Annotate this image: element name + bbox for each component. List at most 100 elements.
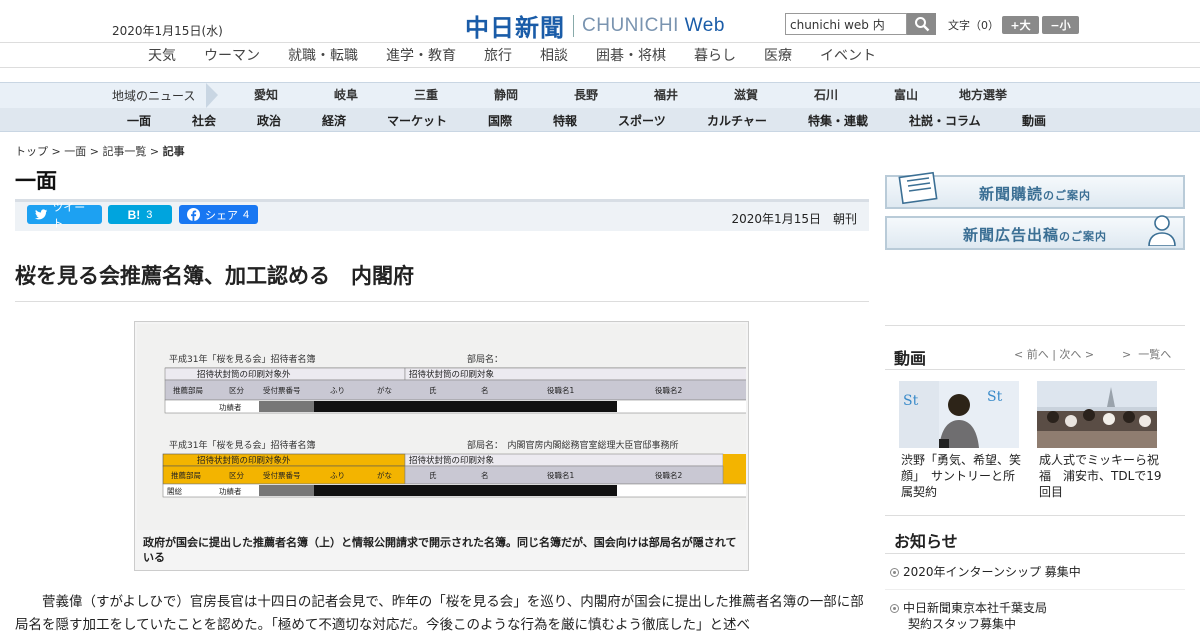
topnav-item[interactable]: 暮らし [694, 45, 736, 65]
notice-section-title: お知らせ [894, 532, 958, 551]
article-headline: 桜を見る会推薦名簿、加工認める 内閣府 [15, 264, 414, 288]
svg-text:がな: がな [377, 385, 392, 395]
hatena-count: 3 [146, 208, 153, 221]
topnav-item[interactable]: 天気 [148, 45, 176, 65]
logo-english: CHUNICHI Web [582, 14, 725, 36]
svg-text:受付票番号: 受付票番号 [263, 385, 301, 395]
section-item[interactable]: 特報 [553, 112, 577, 129]
facebook-icon [187, 208, 200, 221]
font-size-label: 文字（0） [948, 19, 999, 32]
hatena-bookmark-button[interactable]: B! 3 [108, 205, 172, 224]
site-header: 2020年1月15日(水) 中日新聞 CHUNICHI Web 文字（0） +大… [0, 0, 1200, 42]
svg-text:名: 名 [481, 385, 489, 395]
article-body: 菅義偉（すがよしひで）官房長官は十四日の記者会見で、昨年の「桜を見る会」を巡り、… [15, 594, 864, 633]
breadcrumb-list[interactable]: 記事一覧 [102, 145, 146, 158]
font-decrease-button[interactable]: −小 [1042, 16, 1079, 34]
section-item[interactable]: スポーツ [618, 112, 666, 129]
svg-text:氏: 氏 [429, 471, 437, 480]
regional-news-label: 地域のニュース [112, 89, 196, 103]
section-item[interactable]: 国際 [488, 112, 512, 129]
section-item[interactable]: マーケット [387, 112, 447, 129]
svg-text:氏: 氏 [429, 386, 437, 395]
advertising-banner[interactable]: 新聞広告出稿のご案内 [885, 215, 1185, 250]
svg-text:招待状封筒の印刷対象: 招待状封筒の印刷対象 [409, 369, 495, 380]
regional-navigation: 地域のニュース 愛知 岐阜 三重 静岡 長野 福井 滋賀 石川 富山 地方選挙 [0, 82, 1200, 109]
tweet-button[interactable]: ツイート [27, 202, 102, 230]
doc-bottom-dept: 部局名： 内閣官房内閣総務官室総理大臣官邸事務所 [467, 439, 679, 451]
section-title: 一面 [15, 169, 57, 193]
regional-item[interactable]: 静岡 [494, 86, 518, 103]
topnav-item[interactable]: 進学・教育 [386, 45, 456, 65]
photo-caption: 政府が国会に提出した推薦者名簿（上）と情報公開請求で開示された名簿。同じ名簿だが… [143, 536, 737, 564]
notice-item[interactable]: 中日新聞東京本社千葉支局 契約スタッフ募集中 [890, 600, 1047, 632]
video-divider [885, 369, 1185, 370]
svg-text:区分: 区分 [229, 471, 244, 480]
regional-item[interactable]: 三重 [414, 86, 438, 103]
regional-item[interactable]: 愛知 [254, 86, 278, 103]
regional-item[interactable]: 福井 [654, 86, 678, 103]
section-item[interactable]: 経済 [322, 112, 346, 129]
breadcrumb-section[interactable]: 一面 [64, 145, 86, 158]
video-thumbnail-image: St St [899, 381, 1019, 448]
video-list-link[interactable]: > 一覧へ [1122, 346, 1171, 362]
regional-arrow [206, 83, 218, 108]
top-navigation: 天気 ウーマン 就職・転職 進学・教育 旅行 相談 囲碁・将棋 暮らし 医療 イ… [0, 42, 1200, 68]
facebook-share-button[interactable]: シェア 4 [179, 205, 258, 224]
video-thumbnail[interactable]: St St [899, 381, 1019, 448]
notice-divider [885, 553, 1185, 554]
site-logo[interactable]: 中日新聞 CHUNICHI Web [465, 8, 725, 43]
topnav-item[interactable]: 就職・転職 [288, 45, 358, 65]
section-item[interactable]: 社会 [192, 112, 216, 129]
breadcrumb: トップ > 一面 > 記事一覧 > 記事 [15, 145, 185, 158]
regional-item[interactable]: 滋賀 [734, 86, 758, 103]
topnav-item[interactable]: イベント [820, 45, 876, 65]
tweet-label: ツイート [52, 201, 86, 230]
topnav-item[interactable]: 旅行 [484, 45, 512, 65]
section-item[interactable]: カルチャー [707, 112, 767, 129]
section-item[interactable]: 動画 [1022, 112, 1046, 129]
video-caption[interactable]: 渋野「勇気、希望、笑顔」 サントリーと所属契約 [901, 452, 1026, 500]
subscription-banner[interactable]: 新聞購読のご案内 [885, 171, 1185, 209]
bullet-icon [890, 568, 899, 577]
article-photo: 平成31年「桜を見る会」招待者名簿 部局名： 招待状封筒の印刷対象外 招待状封筒… [134, 321, 749, 571]
doc-top-dept: 部局名： [467, 353, 503, 365]
logo-japanese: 中日新聞 [465, 13, 565, 42]
svg-text:推薦部局: 推薦部局 [171, 470, 201, 480]
svg-text:がな: がな [377, 470, 392, 480]
regional-item[interactable]: 地方選挙 [959, 86, 1007, 103]
regional-item[interactable]: 石川 [814, 86, 838, 103]
section-item[interactable]: 社説・コラム [909, 112, 981, 129]
topnav-item[interactable]: 医療 [764, 45, 792, 65]
svg-text:役職名1: 役職名1 [547, 470, 574, 480]
advertising-banner-text: 新聞広告出稿のご案内 [962, 226, 1107, 244]
svg-text:役職名2: 役職名2 [655, 385, 682, 395]
notice-divider [885, 589, 1185, 590]
svg-text:役職名1: 役職名1 [547, 385, 574, 395]
regional-item[interactable]: 長野 [574, 86, 598, 103]
hatena-icon: B! [127, 207, 141, 222]
topnav-item[interactable]: 相談 [540, 45, 568, 65]
regional-item[interactable]: 岐阜 [334, 86, 358, 103]
svg-text:役職名2: 役職名2 [655, 470, 682, 480]
svg-text:推薦部局: 推薦部局 [173, 385, 203, 395]
notice-item[interactable]: 2020年インターンシップ 募集中 [890, 564, 1081, 580]
video-prev-next[interactable]: < 前へ | 次へ > [1014, 346, 1094, 362]
font-increase-button[interactable]: +大 [1002, 16, 1039, 34]
svg-text:閣総: 閣総 [167, 486, 182, 496]
section-item[interactable]: 一面 [127, 112, 151, 129]
video-caption[interactable]: 成人式でミッキーら祝福 浦安市、TDLで19回目 [1039, 452, 1164, 500]
list-document-photo: 平成31年「桜を見る会」招待者名簿 部局名： 招待状封筒の印刷対象外 招待状封筒… [137, 324, 746, 530]
video-thumbnail[interactable] [1037, 381, 1157, 448]
section-item[interactable]: 政治 [257, 112, 281, 129]
breadcrumb-top[interactable]: トップ [15, 145, 48, 158]
search-button[interactable] [907, 13, 936, 35]
topnav-item[interactable]: 囲碁・将棋 [596, 45, 666, 65]
search-input[interactable] [785, 13, 907, 35]
regional-item[interactable]: 富山 [894, 86, 918, 103]
section-navigation: 一面 社会 政治 経済 マーケット 国際 特報 スポーツ カルチャー 特集・連載… [0, 108, 1200, 132]
svg-text:功績者: 功績者 [219, 402, 242, 412]
topnav-item[interactable]: ウーマン [204, 45, 260, 65]
section-item[interactable]: 特集・連載 [808, 112, 868, 129]
article-date: 2020年1月15日 朝刊 [731, 212, 857, 226]
article-edition: 朝刊 [832, 212, 857, 226]
